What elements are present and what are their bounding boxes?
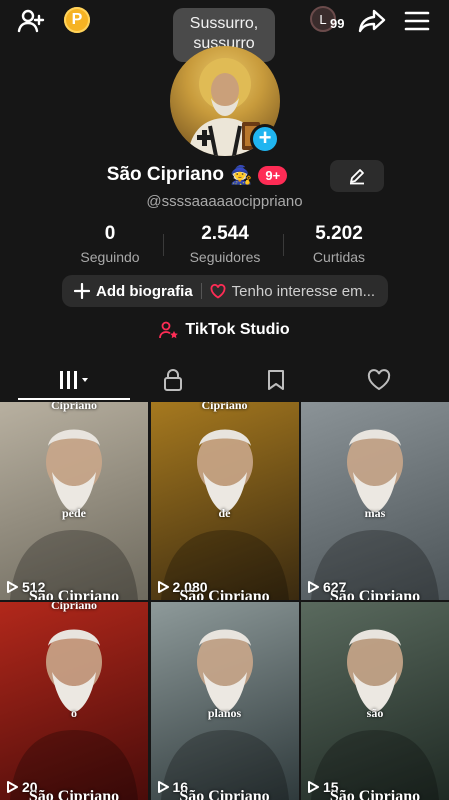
video-caption: planos	[207, 706, 242, 720]
stat-following-value: 0	[104, 223, 116, 244]
video-caption: mas	[364, 506, 386, 520]
video-grid: Cipriano pede 512 São Cipriano Cipriano de 2.0…	[0, 402, 449, 800]
video-watermark: São Cipriano	[28, 588, 120, 600]
elder-portrait	[10, 629, 138, 800]
coins-icon[interactable]: P	[64, 7, 90, 33]
pencil-icon	[350, 169, 364, 185]
grid-icon	[60, 371, 88, 389]
video-caption: o	[71, 706, 77, 720]
tiktok-studio-link[interactable]: TikTok Studio	[0, 321, 449, 339]
video-thumbnail[interactable]: mas 627 São Cipriano	[301, 402, 449, 600]
video-thumbnail[interactable]: Cipriano pede 512 São Cipriano	[0, 402, 148, 600]
tab-saved[interactable]	[220, 362, 332, 398]
elder-portrait	[160, 429, 289, 600]
bio-divider	[200, 283, 202, 299]
heart-icon	[210, 283, 226, 299]
video-thumbnail[interactable]: Cipriano o 20 São Cipriano	[0, 602, 148, 800]
stat-followers[interactable]: 2.544 Seguidores	[165, 223, 285, 265]
video-caption-top: Cipriano	[50, 602, 97, 612]
video-watermark: São Cipriano	[329, 788, 421, 800]
video-watermark: São Cipriano	[329, 588, 421, 600]
add-bio-button[interactable]: Add biografia	[74, 283, 193, 300]
stat-divider	[163, 234, 164, 256]
studio-label: TikTok Studio	[185, 321, 290, 338]
stat-followers-value: 2.544	[201, 223, 249, 244]
stat-likes-label: Curtidas	[312, 249, 366, 265]
notification-badge[interactable]: 9+	[258, 165, 288, 185]
video-thumbnail[interactable]: Cipriano de 2.080 São Cipriano	[150, 402, 299, 600]
video-thumbnail[interactable]: planos 16 São Cipriano	[150, 602, 299, 800]
video-caption: são	[366, 706, 384, 720]
tab-videos[interactable]	[18, 362, 130, 400]
stat-following-label: Seguindo	[80, 249, 140, 265]
video-watermark: São Cipriano	[179, 788, 270, 800]
heart-outline-icon	[367, 369, 391, 391]
content-tabs	[0, 362, 449, 400]
studio-icon	[159, 321, 179, 339]
bio-bar: Add biografia Tenho interesse em...	[62, 275, 388, 307]
video-caption-top: Cipriano	[201, 402, 248, 412]
interests-label: Tenho interesse em...	[231, 282, 376, 300]
video-caption: de	[218, 506, 231, 520]
tab-private[interactable]	[117, 362, 229, 398]
menu-icon[interactable]	[403, 8, 431, 34]
share-icon[interactable]	[357, 6, 387, 36]
elder-portrait	[311, 429, 439, 600]
elder-portrait	[10, 429, 138, 600]
profile-name: São Cipriano	[106, 164, 224, 185]
add-friend-icon[interactable]	[16, 6, 46, 36]
add-bio-label: Add biografia	[96, 282, 193, 300]
video-watermark: São Cipriano	[28, 788, 120, 800]
interests-button[interactable]: Tenho interesse em...	[210, 283, 375, 300]
lock-icon	[164, 369, 182, 391]
bookmark-icon	[268, 370, 284, 390]
video-thumbnail[interactable]: são 15 São Cipriano	[301, 602, 449, 800]
wizard-emoji: 🧙	[229, 164, 253, 185]
tab-liked[interactable]	[323, 362, 435, 398]
video-watermark: São Cipriano	[179, 588, 270, 600]
stat-followers-label: Seguidores	[189, 249, 261, 265]
video-caption: pede	[62, 506, 86, 520]
top-bar: P Sussurro, sussurro L 99	[0, 0, 449, 62]
add-avatar-button[interactable]: +	[250, 124, 280, 154]
plus-icon	[74, 283, 90, 299]
stat-likes-value: 5.202	[315, 223, 363, 244]
stat-following[interactable]: 0 Seguindo	[50, 223, 170, 265]
profile-handle: @ssssaaaaaocippriano	[146, 193, 303, 210]
elder-portrait	[311, 629, 439, 800]
elder-portrait	[160, 629, 289, 800]
stat-likes[interactable]: 5.202 Curtidas	[279, 223, 399, 265]
video-caption-top: Cipriano	[50, 402, 97, 412]
level-badge[interactable]: L 99	[310, 6, 352, 34]
level-count: 99	[330, 16, 345, 31]
edit-profile-button[interactable]	[330, 160, 384, 192]
